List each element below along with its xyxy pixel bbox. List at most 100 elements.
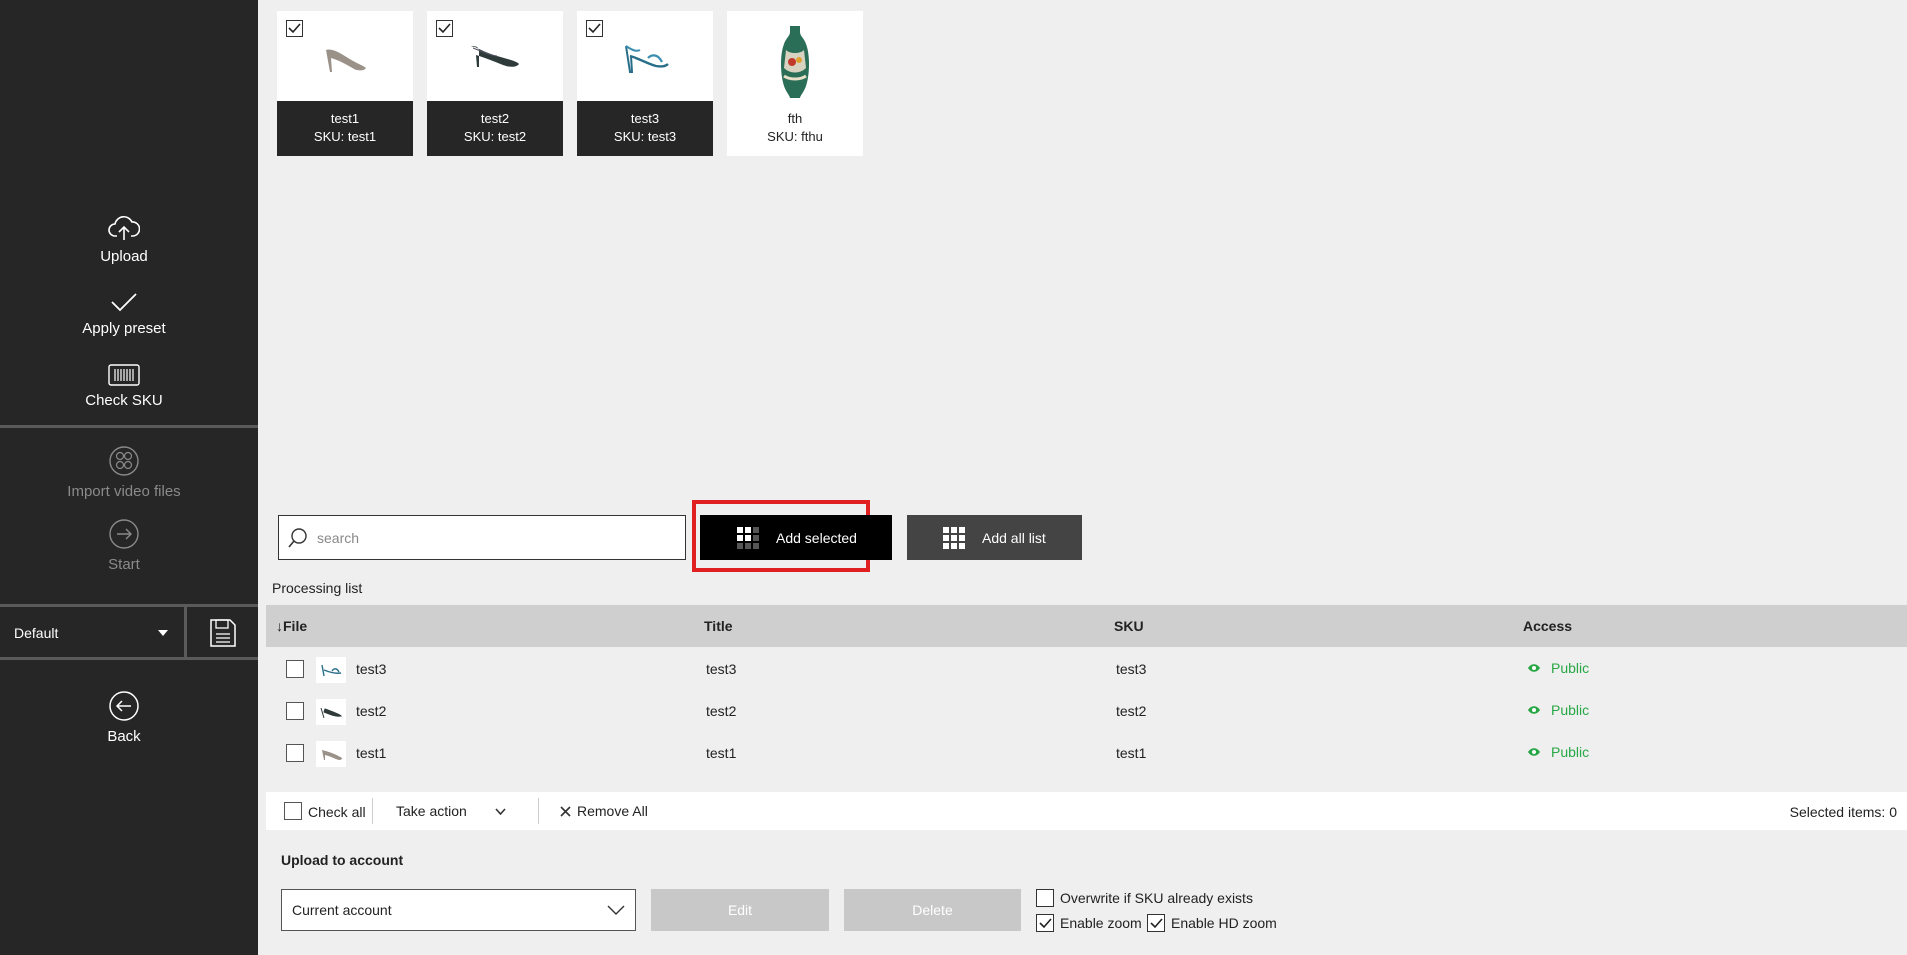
footer-divider <box>372 798 373 824</box>
row-access[interactable]: Public <box>1527 744 1589 760</box>
row-sku: test1 <box>1116 745 1147 761</box>
check-all-label[interactable]: Check all <box>308 804 366 820</box>
import-video-button[interactable]: Import video files <box>0 445 248 500</box>
column-header-access[interactable]: Access <box>1523 618 1572 634</box>
product-name: test2 <box>480 111 510 126</box>
column-header-title[interactable]: Title <box>704 618 733 634</box>
take-action-label: Take action <box>396 803 467 819</box>
search-box <box>278 515 686 560</box>
product-sku: SKU: test2 <box>463 129 527 144</box>
row-sku: test3 <box>1116 661 1147 677</box>
row-file: test3 <box>356 661 387 677</box>
edit-label: Edit <box>727 902 753 918</box>
add-all-list-label: Add all list <box>982 529 1046 546</box>
row-checkbox[interactable] <box>286 744 304 762</box>
product-image <box>277 11 413 101</box>
selected-items-count: Selected items: 0 <box>1789 804 1897 820</box>
row-thumbnail <box>316 741 346 767</box>
barcode-icon <box>108 364 140 386</box>
row-checkbox[interactable] <box>286 702 304 720</box>
apply-preset-button[interactable]: Apply preset <box>0 290 248 337</box>
overwrite-sku-option[interactable]: Overwrite if SKU already exists <box>1036 889 1253 907</box>
product-card[interactable]: test3 SKU: test3 <box>577 11 713 156</box>
slingback-shoe-image <box>471 46 519 67</box>
row-access[interactable]: Public <box>1527 660 1589 676</box>
product-caption: test3 SKU: test3 <box>577 101 713 156</box>
save-preset-button[interactable] <box>184 606 258 660</box>
enable-zoom-label: Enable zoom <box>1060 915 1142 931</box>
strappy-sandal-image <box>321 664 342 677</box>
check-sku-button[interactable]: Check SKU <box>0 364 248 409</box>
delete-label: Delete <box>912 902 953 918</box>
checkmark-icon <box>111 293 137 312</box>
caret-down-icon <box>158 630 168 636</box>
footer-divider <box>538 798 539 824</box>
processing-list-label: Processing list <box>272 580 363 596</box>
preset-dropdown[interactable]: Default <box>0 606 183 660</box>
remove-all-label: Remove All <box>577 803 648 819</box>
sidebar-divider <box>0 425 258 428</box>
table-row[interactable]: test1 test1 test1 Public <box>266 732 1907 774</box>
product-image <box>427 11 563 101</box>
upload-to-account-label: Upload to account <box>281 852 404 868</box>
row-checkbox[interactable] <box>286 660 304 678</box>
overwrite-sku-checkbox[interactable] <box>1036 889 1054 907</box>
table-header: ↓File Title SKU Access <box>266 605 1907 647</box>
floppy-disk-icon <box>209 619 236 647</box>
upload-label: Upload <box>100 248 148 265</box>
add-selected-label: Add selected <box>776 529 857 546</box>
search-icon <box>288 527 307 548</box>
check-all-checkbox[interactable] <box>284 802 302 820</box>
enable-zoom-option[interactable]: Enable zoom <box>1036 914 1142 932</box>
back-label: Back <box>107 728 141 745</box>
eye-icon <box>1528 706 1540 714</box>
arrow-right-circle-icon <box>109 519 139 549</box>
start-button[interactable]: Start <box>0 518 248 573</box>
product-caption: test2 SKU: test2 <box>427 101 563 156</box>
enable-hd-zoom-option[interactable]: Enable HD zoom <box>1147 914 1277 932</box>
upload-button[interactable]: Upload <box>0 214 248 265</box>
search-input[interactable] <box>317 529 677 546</box>
table-row[interactable]: test3 test3 test3 Public <box>266 648 1907 690</box>
enable-zoom-checkbox[interactable] <box>1036 914 1054 932</box>
product-sku: SKU: test1 <box>313 129 377 144</box>
grid-icon <box>943 526 965 549</box>
enable-hd-zoom-checkbox[interactable] <box>1147 914 1165 932</box>
edit-button[interactable]: Edit <box>651 889 829 931</box>
take-action-dropdown[interactable]: Take action <box>396 803 506 819</box>
overwrite-sku-label: Overwrite if SKU already exists <box>1060 890 1253 906</box>
product-card[interactable]: test2 SKU: test2 <box>427 11 563 156</box>
row-sku: test2 <box>1116 703 1147 719</box>
strappy-sandal-image <box>625 45 669 73</box>
column-header-file[interactable]: ↓File <box>276 618 307 634</box>
row-thumbnail <box>316 657 346 683</box>
product-caption: fth SKU: fthu <box>727 101 863 156</box>
column-header-sku[interactable]: SKU <box>1114 618 1144 634</box>
product-card[interactable]: test1 SKU: test1 <box>277 11 413 156</box>
back-button[interactable]: Back <box>0 690 248 745</box>
access-label: Public <box>1551 660 1590 676</box>
row-access[interactable]: Public <box>1527 702 1589 718</box>
product-card[interactable]: fth SKU: fthu <box>727 11 863 156</box>
add-selected-button[interactable]: Add selected <box>700 515 892 560</box>
delete-button[interactable]: Delete <box>844 889 1021 931</box>
product-name: test1 <box>330 111 360 126</box>
access-label: Public <box>1551 702 1590 718</box>
chevron-down-icon <box>607 905 625 915</box>
film-reel-icon <box>109 446 139 476</box>
main-area: test1 SKU: test1 test2 SKU: test2 test3 … <box>258 0 1907 955</box>
product-caption: test1 SKU: test1 <box>277 101 413 156</box>
table-row[interactable]: test2 test2 test2 Public <box>266 690 1907 732</box>
row-thumbnail <box>316 699 346 725</box>
grid-partial-icon <box>737 526 759 549</box>
slingback-shoe-image <box>320 707 343 719</box>
import-video-label: Import video files <box>67 483 181 500</box>
row-file: test1 <box>356 745 387 761</box>
remove-all-button[interactable]: Remove All <box>560 803 648 819</box>
preset-value: Default <box>14 625 59 641</box>
preset-row: Default <box>0 606 258 660</box>
enable-hd-zoom-label: Enable HD zoom <box>1171 915 1277 931</box>
start-label: Start <box>108 556 140 573</box>
add-all-list-button[interactable]: Add all list <box>907 515 1082 560</box>
account-dropdown[interactable]: Current account <box>281 889 636 931</box>
